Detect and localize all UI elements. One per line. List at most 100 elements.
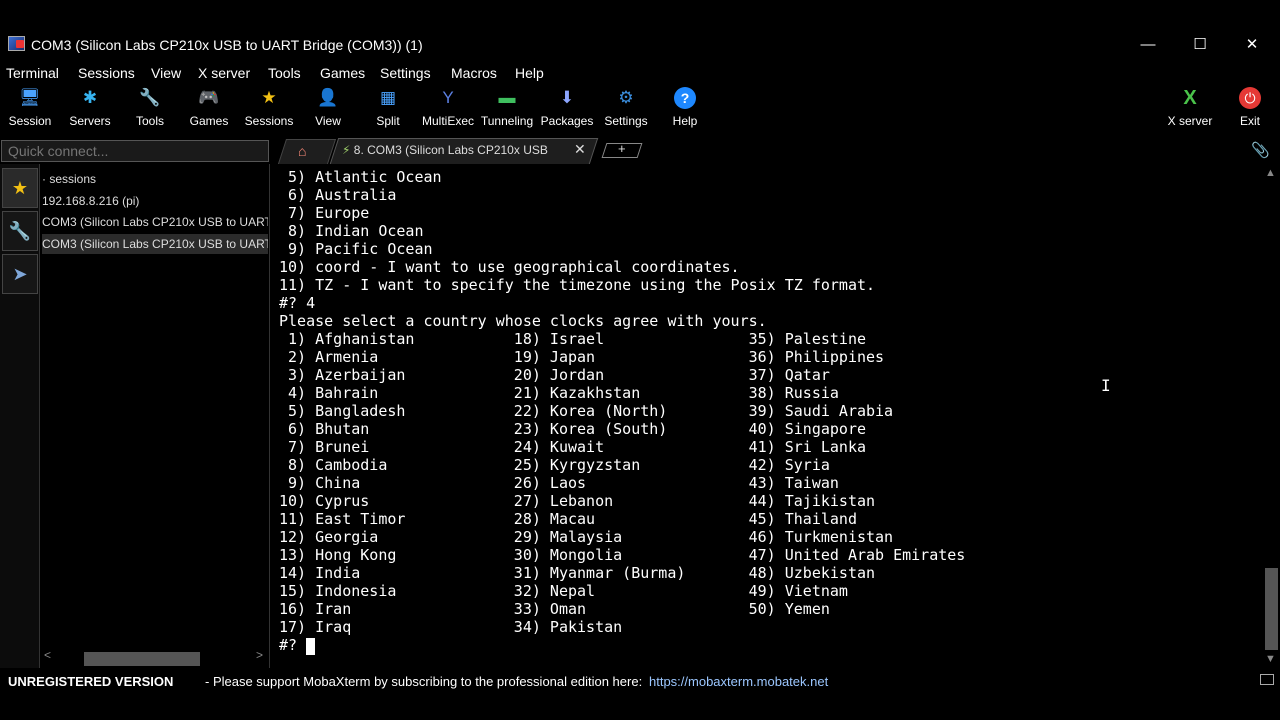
terminal-line: #? <box>279 636 307 654</box>
terminal-line: 4) Bahrain 21) Kazakhstan 38) Russia <box>279 384 839 402</box>
minimize-button[interactable]: — <box>1122 28 1174 62</box>
menu-x-server[interactable]: X server <box>198 65 250 81</box>
multiexec-icon: Y <box>442 88 454 107</box>
menu-sessions[interactable]: Sessions <box>78 65 135 81</box>
sessions-button[interactable]: ★ Sessions <box>239 84 299 136</box>
terminal-line: 10) Cyprus 27) Lebanon 44) Tajikistan <box>279 492 876 510</box>
terminal-line: 6) Bhutan 23) Korea (South) 40) Singapor… <box>279 420 866 438</box>
window-title: COM3 (Silicon Labs CP210x USB to UART Br… <box>31 37 423 53</box>
servers-icon: ✱ <box>82 88 98 107</box>
tools-icon: 🔧 <box>8 220 32 241</box>
sidebar-item-user-sessions[interactable]: · sessions <box>42 169 268 189</box>
sidebar-item-com3[interactable]: COM3 (Silicon Labs CP210x USB to UART B <box>42 212 268 232</box>
scroll-thumb[interactable] <box>84 652 200 666</box>
view-button[interactable]: 👤 View <box>298 84 358 136</box>
split-button[interactable]: ▦ Split <box>358 84 418 136</box>
view-icon: 👤 <box>317 88 339 107</box>
tunneling-button[interactable]: ▬ Tunneling <box>477 84 537 136</box>
menu-settings[interactable]: Settings <box>380 65 431 81</box>
attachment-icon[interactable]: 📎 <box>1251 141 1270 159</box>
scroll-down-arrow[interactable]: ▼ <box>1265 653 1276 665</box>
games-button[interactable]: 🎮 Games <box>179 84 239 136</box>
terminal-line: 8) Cambodia 25) Kyrgyzstan 42) Syria <box>279 456 830 474</box>
terminal-line: Please select a country whose clocks agr… <box>279 312 767 330</box>
terminal-line: 6) Australia <box>279 186 397 204</box>
terminal-output: 5) Atlantic Ocean 6) Australia 7) Europe… <box>279 168 965 654</box>
terminal-line: 8) Indian Ocean <box>279 222 424 240</box>
quick-connect-input[interactable] <box>1 140 269 162</box>
terminal-line: 11) East Timor 28) Macau 45) Thailand <box>279 510 857 528</box>
terminal-line: 11) TZ - I want to specify the timezone … <box>279 276 876 294</box>
tab-home[interactable] <box>277 139 337 164</box>
monitor-icon[interactable] <box>1260 674 1274 685</box>
tools-button[interactable]: 🔧 Tools <box>120 84 180 136</box>
menu-games[interactable]: Games <box>320 65 365 81</box>
plug-icon: ⚡ <box>342 143 351 157</box>
exit-icon: ⏻ <box>1239 87 1261 109</box>
settings-icon: ⚙ <box>618 88 634 107</box>
mobaxterm-link[interactable]: https://mobaxterm.mobatek.net <box>649 674 828 689</box>
sessions-sidebar: ★ 🔧 ➤ · sessions 192.168.8.216 (pi) COM3… <box>0 164 270 668</box>
star-icon: ★ <box>11 177 29 198</box>
scroll-left-arrow[interactable]: < <box>44 648 51 662</box>
sidebar-tabs: ★ 🔧 ➤ <box>0 164 40 668</box>
menu-macros[interactable]: Macros <box>451 65 497 81</box>
session-icon: 🖥 <box>19 88 41 107</box>
terminal-line: #? 4 <box>279 294 316 312</box>
menu-bar: Terminal Sessions View X server Tools Ga… <box>0 62 1280 84</box>
terminal-line: 14) India 31) Myanmar (Burma) 48) Uzbeki… <box>279 564 876 582</box>
multiexec-button[interactable]: Y MultiExec <box>418 84 478 136</box>
title-bar: COM3 (Silicon Labs CP210x USB to UART Br… <box>0 28 1280 62</box>
help-button[interactable]: ? Help <box>655 84 715 136</box>
terminal-line: 10) coord - I want to use geographical c… <box>279 258 740 276</box>
games-icon: 🎮 <box>198 88 220 107</box>
help-icon: ? <box>674 87 696 109</box>
packages-button[interactable]: ⬇ Packages <box>537 84 597 136</box>
terminal-line: 1) Afghanistan 18) Israel 35) Palestine <box>279 330 866 348</box>
text-cursor-icon: I <box>1101 376 1111 395</box>
sidebar-tab-sessions[interactable]: ★ <box>2 168 38 208</box>
packages-icon: ⬇ <box>559 88 575 107</box>
menu-view[interactable]: View <box>151 65 181 81</box>
help-label: Help <box>672 114 698 128</box>
tab-close-button[interactable]: ✕ <box>574 141 586 158</box>
terminal-line: 7) Europe <box>279 204 370 222</box>
scroll-up-arrow[interactable]: ▲ <box>1265 167 1276 179</box>
terminal-line: 3) Azerbaijan 20) Jordan 37) Qatar <box>279 366 830 384</box>
terminal-pane[interactable]: 5) Atlantic Ocean 6) Australia 7) Europe… <box>270 164 1262 668</box>
session-button[interactable]: 🖥 Session <box>0 84 60 136</box>
menu-tools[interactable]: Tools <box>268 65 301 81</box>
close-window-button[interactable]: ✕ <box>1226 28 1278 62</box>
terminal-line: 7) Brunei 24) Kuwait 41) Sri Lanka <box>279 438 866 456</box>
terminal-vertical-scrollbar[interactable]: ▲ ▼ <box>1262 164 1280 668</box>
sidebar-tab-macros[interactable]: ➤ <box>2 254 38 294</box>
tunneling-icon: ▬ <box>498 88 516 107</box>
exit-label: Exit <box>1239 114 1260 128</box>
tab-com3-label: 8. COM3 (Silicon Labs CP210x USB <box>353 143 548 157</box>
sidebar-tab-tools[interactable]: 🔧 <box>2 211 38 251</box>
send-icon: ➤ <box>12 263 28 284</box>
menu-help[interactable]: Help <box>515 65 544 81</box>
sidebar-item-ssh-pi[interactable]: 192.168.8.216 (pi) <box>42 191 268 211</box>
terminal-line: 16) Iran 33) Oman 50) Yemen <box>279 600 830 618</box>
sessions-star-icon: ★ <box>261 88 277 107</box>
x-server-button[interactable]: X X server <box>1160 84 1220 136</box>
maximize-button[interactable]: ☐ <box>1174 28 1226 62</box>
toolbar: 🖥 Session ✱ Servers 🔧 Tools 🎮 Games ★ Se… <box>0 84 1280 136</box>
settings-button[interactable]: ⚙ Settings <box>596 84 656 136</box>
terminal-line: 9) China 26) Laos 43) Taiwan <box>279 474 839 492</box>
mobaxterm-app-icon <box>8 36 25 51</box>
scroll-right-arrow[interactable]: > <box>256 648 263 662</box>
sidebar-item-com3-selected[interactable]: COM3 (Silicon Labs CP210x USB to UART B <box>42 234 268 254</box>
sidebar-horizontal-scrollbar[interactable]: < > <box>40 646 269 668</box>
exit-button[interactable]: ⏻ Exit <box>1220 84 1280 136</box>
support-message: - Please support MobaXterm by subscribin… <box>205 674 643 689</box>
scroll-thumb[interactable] <box>1265 568 1278 650</box>
servers-button[interactable]: ✱ Servers <box>60 84 120 136</box>
split-icon: ▦ <box>379 88 397 107</box>
xserver-icon: X <box>1183 87 1197 109</box>
terminal-line: 15) Indonesia 32) Nepal 49) Vietnam <box>279 582 848 600</box>
home-icon: ⌂ <box>298 143 307 159</box>
terminal-line: 12) Georgia 29) Malaysia 46) Turkmenista… <box>279 528 894 546</box>
menu-terminal[interactable]: Terminal <box>6 65 59 81</box>
